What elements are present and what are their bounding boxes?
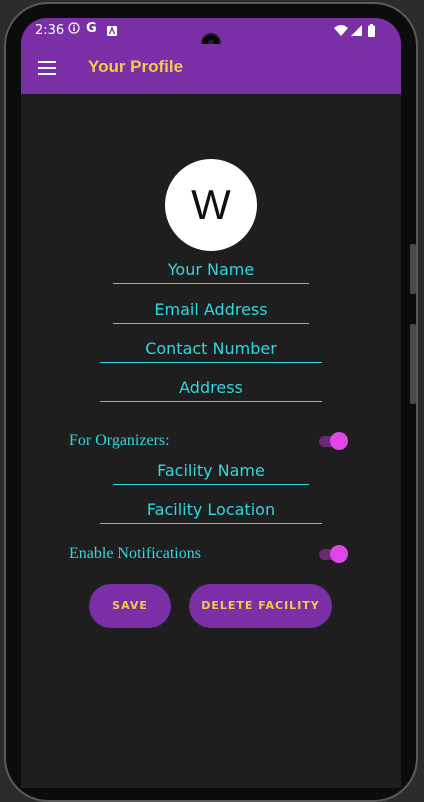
notifications-toggle[interactable] bbox=[319, 544, 349, 564]
info-icon bbox=[68, 22, 80, 38]
toggle-thumb bbox=[330, 432, 348, 450]
organizer-toggle[interactable] bbox=[319, 431, 349, 451]
save-button[interactable]: SAVE bbox=[89, 584, 171, 628]
hamburger-menu-icon[interactable] bbox=[38, 61, 56, 75]
avatar[interactable]: W bbox=[165, 159, 257, 251]
app-bar: Your Profile bbox=[21, 44, 401, 94]
notifications-label: Enable Notifications bbox=[69, 545, 201, 562]
signal-icon bbox=[351, 25, 362, 40]
delete-facility-button[interactable]: DELETE FACILITY bbox=[189, 584, 332, 628]
battery-icon bbox=[368, 24, 375, 41]
toggle-thumb bbox=[330, 545, 348, 563]
facility-name-field[interactable]: Facility Name bbox=[113, 461, 309, 485]
facility-location-field[interactable]: Facility Location bbox=[100, 500, 322, 524]
organizer-label: For Organizers: bbox=[69, 432, 170, 449]
name-field[interactable]: Your Name bbox=[113, 260, 309, 284]
avatar-letter: W bbox=[191, 181, 231, 228]
address-field[interactable]: Address bbox=[100, 378, 322, 402]
contact-number-field[interactable]: Contact Number bbox=[100, 339, 322, 363]
google-icon: G bbox=[86, 21, 97, 36]
email-field[interactable]: Email Address bbox=[113, 300, 309, 324]
volume-button bbox=[410, 244, 416, 294]
status-time: 2:36 bbox=[35, 23, 65, 38]
screen: 2:36 G Your Profile W Your Name Email Ad… bbox=[21, 18, 401, 788]
page-title: Your Profile bbox=[88, 57, 184, 76]
power-button bbox=[410, 324, 416, 404]
wifi-icon bbox=[334, 25, 348, 40]
app-icon bbox=[107, 25, 117, 40]
